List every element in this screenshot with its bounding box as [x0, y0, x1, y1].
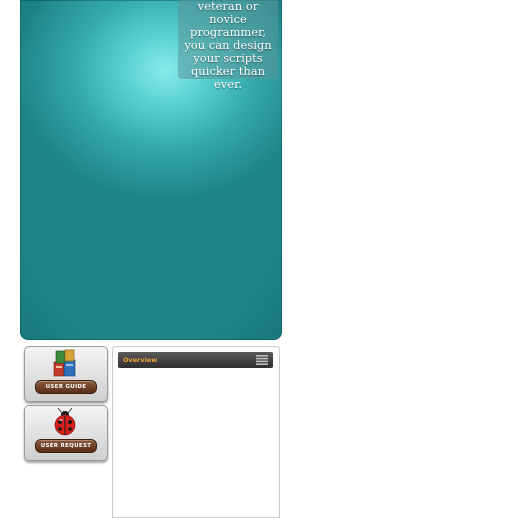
- hero-banner: veteran or novice programmer, you can de…: [20, 0, 282, 340]
- user-request-label: User Request: [35, 439, 97, 453]
- books-icon: [53, 349, 76, 377]
- hero-caption: veteran or novice programmer, you can de…: [178, 0, 278, 91]
- user-request-button[interactable]: User Request: [24, 405, 108, 461]
- menu-list-icon[interactable]: [256, 355, 268, 365]
- overview-header: Overview: [118, 352, 273, 368]
- user-guide-button[interactable]: User Guide: [24, 346, 108, 402]
- ladybug-icon: [54, 407, 76, 436]
- user-guide-label: User Guide: [35, 380, 97, 394]
- overview-title: Overview: [123, 356, 158, 364]
- overview-panel: Overview: [112, 346, 280, 518]
